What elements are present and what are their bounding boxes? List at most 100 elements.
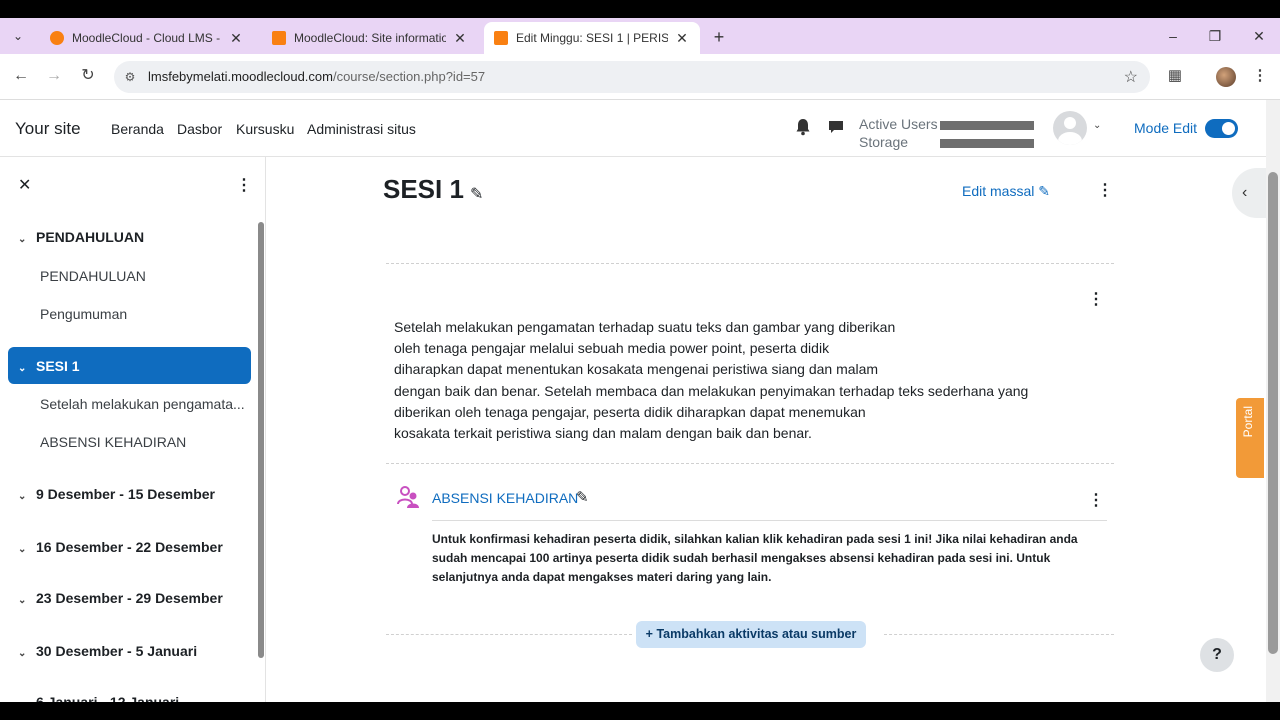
- activity-link-absensi[interactable]: ABSENSI KEHADIRAN: [432, 490, 578, 506]
- drawer-kebab-icon[interactable]: ⋮: [236, 175, 252, 195]
- section-title: 6 Januari - 12 Januari: [36, 694, 180, 702]
- browser-menu-icon[interactable]: ⋮: [1250, 66, 1270, 86]
- help-button[interactable]: ?: [1200, 638, 1234, 672]
- scrollbar-thumb[interactable]: [1268, 172, 1278, 654]
- summary-line: diberikan oleh tenaga pengajar, peserta …: [394, 403, 866, 420]
- active-users-bar: [940, 121, 1034, 130]
- chevron-down-icon[interactable]: ⌄: [18, 595, 36, 606]
- attendance-icon: [397, 486, 419, 508]
- description-line: Untuk konfirmasi kehadiran peserta didik…: [432, 532, 1078, 546]
- divider: [432, 520, 1107, 521]
- chevron-down-icon[interactable]: ⌄: [18, 648, 36, 659]
- page-title: SESI 1: [383, 174, 464, 204]
- tab-title: MoodleCloud: Site information: [294, 31, 446, 45]
- section-week[interactable]: ⌄ 16 Desember - 22 Desember: [18, 539, 223, 555]
- url-host: lmsfebymelati.moodlecloud.com: [148, 69, 333, 84]
- restore-icon[interactable]: ❐: [1205, 26, 1225, 46]
- close-drawer-icon[interactable]: ✕: [18, 175, 31, 195]
- browser-window: ⌄ MoodleCloud - Cloud LMS - Te ✕ MoodleC…: [0, 0, 1280, 720]
- new-tab-icon[interactable]: +: [708, 26, 730, 48]
- section-title: PENDAHULUAN: [36, 229, 145, 245]
- course-index-drawer: ✕ ⋮ ⌄ PENDAHULUAN PENDAHULUAN Pengumuman …: [0, 157, 266, 702]
- nav-link-beranda[interactable]: Beranda: [111, 121, 164, 137]
- storage-label: Storage: [859, 134, 909, 150]
- open-block-drawer-chevron-left-icon[interactable]: ‹: [1232, 168, 1266, 218]
- minimize-icon[interactable]: –: [1163, 26, 1183, 46]
- active-users-label: Active Users: [859, 116, 938, 132]
- address-bar[interactable]: ⚙ lmsfebymelati.moodlecloud.com/course/s…: [114, 61, 1150, 93]
- bookmark-star-icon[interactable]: ☆: [1124, 67, 1138, 87]
- back-icon[interactable]: ←: [10, 65, 32, 87]
- chevron-down-icon[interactable]: ⌄: [18, 544, 36, 555]
- section-title: 9 Desember - 15 Desember: [36, 486, 215, 502]
- site-name[interactable]: Your site: [15, 119, 81, 139]
- drawer-scrollbar[interactable]: [258, 222, 264, 658]
- section-week[interactable]: ⌄6 Januari - 12 Januari: [18, 694, 179, 702]
- add-activity-label: Tambahkan aktivitas atau sumber: [656, 627, 857, 641]
- moodle-favicon-icon: [494, 31, 508, 45]
- close-window-icon[interactable]: ✕: [1249, 26, 1269, 46]
- nav-link-dasbor[interactable]: Dasbor: [177, 121, 222, 137]
- user-avatar[interactable]: [1053, 111, 1087, 145]
- nav-link-kursusku[interactable]: Kursusku: [236, 121, 294, 137]
- portal-tab[interactable]: Portal: [1236, 398, 1264, 478]
- notification-bell-icon[interactable]: [795, 118, 811, 136]
- summary-actions-kebab-icon[interactable]: ⋮: [1088, 289, 1104, 309]
- summary-line: oleh tenaga pengajar melalui sebuah medi…: [394, 340, 830, 357]
- index-item-pengumuman[interactable]: Pengumuman: [40, 306, 127, 322]
- site-info-icon[interactable]: ⚙: [122, 69, 138, 85]
- nav-link-administrasi-situs[interactable]: Administrasi situs: [307, 121, 416, 137]
- page-viewport: Your site Beranda Dasbor Kursusku Admini…: [0, 100, 1280, 702]
- forward-icon[interactable]: →: [43, 65, 65, 87]
- summary-line: Setelah melakukan pengamatan terhadap su…: [394, 319, 896, 335]
- messages-icon[interactable]: [828, 120, 844, 134]
- extensions-icon[interactable]: ▦: [1165, 66, 1185, 86]
- tab-search-icon[interactable]: ⌄: [8, 26, 28, 46]
- chevron-down-icon[interactable]: ⌄: [18, 491, 36, 502]
- tab-edit-minggu[interactable]: Edit Minggu: SESI 1 | PERISTIWA ✕: [484, 22, 700, 54]
- mode-edit-toggle[interactable]: [1205, 119, 1238, 138]
- section-title: 30 Desember - 5 Januari: [36, 643, 198, 659]
- reload-icon[interactable]: ↻: [77, 65, 99, 87]
- section-week[interactable]: ⌄ 30 Desember - 5 Januari: [18, 643, 197, 659]
- url-text[interactable]: lmsfebymelati.moodlecloud.com/course/sec…: [148, 69, 485, 84]
- section-title: 23 Desember - 29 Desember: [36, 590, 223, 606]
- tab-site-information[interactable]: MoodleCloud: Site information ✕: [262, 22, 478, 54]
- section-week[interactable]: ⌄ 9 Desember - 15 Desember: [18, 486, 215, 502]
- storage-bar: [940, 139, 1034, 148]
- edit-massal-link[interactable]: Edit massal ✎: [962, 183, 1050, 200]
- summary-line: kosakata terkait peristiwa siang dan mal…: [394, 425, 812, 442]
- edit-title-pencil-icon[interactable]: ✎: [470, 184, 483, 204]
- tab-moodlecloud-lms[interactable]: MoodleCloud - Cloud LMS - Te ✕: [40, 22, 254, 54]
- summary-line: dengan baik dan benar. Setelah membaca d…: [394, 382, 1029, 399]
- divider: [386, 634, 632, 635]
- edit-activity-pencil-icon[interactable]: ✎: [576, 488, 589, 506]
- description-line: sudah mencapai 100 artinya peserta didik…: [432, 551, 1051, 565]
- description-line: selanjutnya anda dapat mengakses materi …: [432, 570, 772, 584]
- index-item-absensi[interactable]: ABSENSI KEHADIRAN: [40, 434, 186, 450]
- index-item-pendahuluan[interactable]: PENDAHULUAN: [40, 268, 146, 284]
- index-item-summary[interactable]: Setelah melakukan pengamata...: [40, 396, 245, 412]
- section-actions-kebab-icon[interactable]: ⋮: [1097, 180, 1113, 200]
- moodle-favicon-icon: [50, 31, 64, 45]
- close-tab-icon[interactable]: ✕: [674, 30, 690, 47]
- user-menu-chevron-down-icon[interactable]: ⌄: [1093, 120, 1101, 131]
- chevron-down-icon[interactable]: ⌄: [18, 234, 36, 245]
- section-pendahuluan[interactable]: ⌄ PENDAHULUAN: [18, 229, 144, 245]
- pencil-icon: ✎: [1038, 183, 1050, 199]
- add-activity-button[interactable]: + Tambahkan aktivitas atau sumber: [636, 621, 866, 648]
- section-week[interactable]: ⌄ 23 Desember - 29 Desember: [18, 590, 223, 606]
- activity-actions-kebab-icon[interactable]: ⋮: [1088, 490, 1104, 510]
- close-tab-icon[interactable]: ✕: [228, 30, 244, 47]
- section-title: SESI 1: [36, 358, 80, 374]
- mode-edit-label: Mode Edit: [1134, 120, 1198, 136]
- profile-avatar[interactable]: [1216, 67, 1236, 87]
- activity-description: Untuk konfirmasi kehadiran peserta didik…: [432, 530, 1112, 587]
- address-toolbar: ← → ↻ ⚙ lmsfebymelati.moodlecloud.com/co…: [0, 54, 1280, 100]
- page-scrollbar[interactable]: [1266, 100, 1280, 702]
- close-tab-icon[interactable]: ✕: [452, 30, 468, 47]
- chevron-down-icon[interactable]: ⌄: [18, 363, 36, 374]
- chevron-down-icon[interactable]: ⌄: [18, 699, 36, 702]
- plus-icon: +: [645, 627, 653, 641]
- section-sesi-1-active[interactable]: ⌄ SESI 1: [8, 347, 251, 384]
